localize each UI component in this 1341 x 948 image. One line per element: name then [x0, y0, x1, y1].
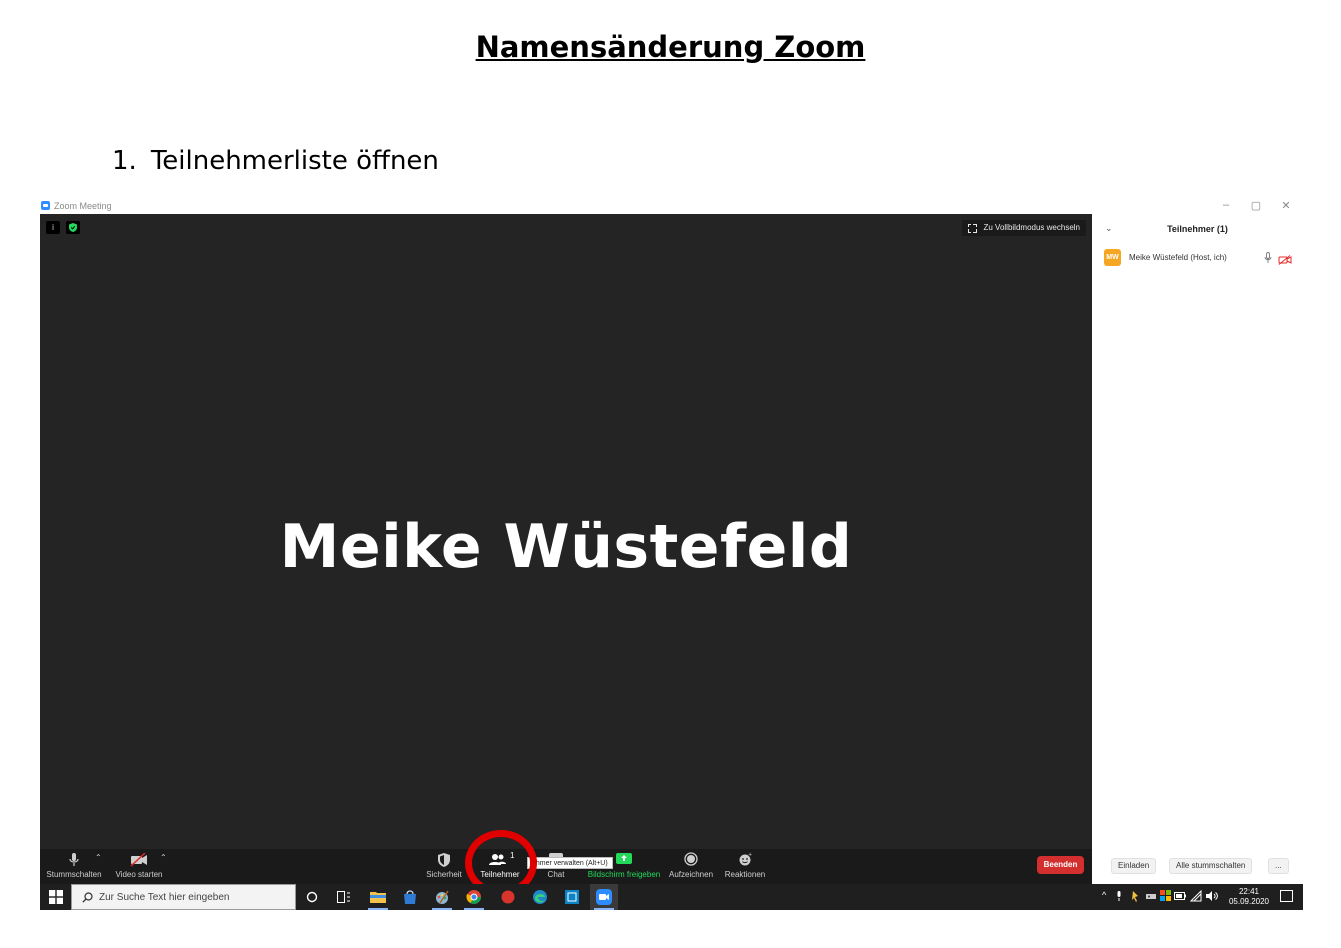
- start-video-label: Video starten: [115, 870, 163, 879]
- document-title: Namensänderung Zoom: [475, 30, 866, 64]
- record-button[interactable]: Aufzeichnen: [668, 849, 714, 884]
- taskbar-clock[interactable]: 22:41 05.09.2020: [1229, 887, 1269, 907]
- participant-microphone-icon[interactable]: [1264, 251, 1272, 269]
- taskbar-search-input[interactable]: Zur Suche Text hier eingeben: [71, 884, 296, 910]
- step-text: Teilnehmerliste öffnen: [150, 146, 439, 176]
- chat-label: Chat: [547, 870, 565, 879]
- app-icon-red[interactable]: [494, 884, 522, 910]
- encryption-shield-icon[interactable]: [66, 221, 80, 234]
- step-number: 1.: [112, 146, 137, 176]
- fullscreen-icon: [966, 223, 977, 233]
- tray-app-icon[interactable]: [1132, 891, 1140, 902]
- zoom-app-icon: [41, 201, 50, 210]
- close-button[interactable]: ✕: [1276, 199, 1296, 212]
- meeting-info-icon[interactable]: i: [46, 221, 60, 234]
- mute-all-button[interactable]: Alle stummschalten: [1169, 858, 1253, 874]
- participant-list-item[interactable]: MW Meike Wüstefeld (Host, ich): [1104, 249, 1294, 267]
- video-area: i Zu Vollbildmodus wechseln Meike Wüstef…: [40, 214, 1092, 849]
- svg-text:+: +: [748, 852, 752, 858]
- share-screen-label: Bildschirm freigeben: [587, 870, 661, 879]
- windows-taskbar: Zur Suche Text hier eingeben ^ 22:41 05.…: [40, 884, 1303, 910]
- microphone-icon: [46, 849, 102, 870]
- participant-name-display: Meike Wüstefeld: [279, 512, 853, 582]
- windows-start-button[interactable]: [40, 884, 70, 910]
- audio-options-chevron-icon[interactable]: ⌃: [95, 853, 102, 862]
- wifi-icon[interactable]: [1190, 890, 1202, 902]
- search-placeholder: Zur Suche Text hier eingeben: [99, 892, 230, 903]
- show-hidden-icons-chevron-icon[interactable]: ^: [1102, 890, 1106, 900]
- video-options-chevron-icon[interactable]: ⌃: [160, 853, 167, 862]
- edge-icon[interactable]: [526, 884, 554, 910]
- invite-button[interactable]: Einladen: [1111, 858, 1157, 874]
- search-icon: [82, 892, 93, 903]
- security-button[interactable]: Sicherheit: [424, 849, 464, 884]
- paint-app-icon[interactable]: [428, 884, 456, 910]
- notification-center-icon[interactable]: [1280, 890, 1293, 902]
- battery-icon[interactable]: [1174, 892, 1186, 900]
- minimize-button[interactable]: –: [1216, 199, 1236, 211]
- tray-update-icon[interactable]: [1160, 890, 1171, 901]
- reactions-smiley-icon: +: [724, 849, 766, 870]
- end-meeting-button[interactable]: Beenden: [1037, 856, 1084, 874]
- participants-panel-title: Teilnehmer (1): [1167, 224, 1228, 234]
- reactions-label: Reaktionen: [724, 870, 766, 879]
- security-label: Sicherheit: [426, 870, 462, 879]
- participants-tooltip: ehmer verwalten (Alt+U): [527, 857, 613, 869]
- cortana-icon[interactable]: [298, 884, 326, 910]
- calculator-app-icon[interactable]: [558, 884, 586, 910]
- reactions-button[interactable]: + Reaktionen: [724, 849, 766, 884]
- clock-date: 05.09.2020: [1228, 897, 1269, 906]
- restore-button[interactable]: ▢: [1246, 199, 1266, 212]
- record-icon: [668, 849, 714, 870]
- participant-video-off-icon[interactable]: [1278, 252, 1292, 270]
- window-titlebar: Zoom Meeting – ▢ ✕: [40, 198, 1303, 214]
- meeting-toolbar: Stummschalten ⌃ Video starten ⌃ Sicherhe…: [40, 849, 1092, 884]
- zoom-window: Zoom Meeting – ▢ ✕ i Zu Vollbildmodus we…: [40, 198, 1303, 910]
- chrome-icon[interactable]: [460, 884, 488, 910]
- zoom-taskbar-icon[interactable]: [590, 884, 618, 910]
- video-off-icon: [114, 849, 164, 870]
- volume-icon[interactable]: [1206, 891, 1218, 901]
- tray-microphone-icon[interactable]: [1116, 891, 1122, 902]
- tray-network-drive-icon[interactable]: [1146, 891, 1156, 901]
- fullscreen-label: Zu Vollbildmodus wechseln: [983, 223, 1081, 232]
- clock-time: 22:41: [1238, 887, 1259, 896]
- window-title: Zoom Meeting: [54, 201, 112, 211]
- more-options-button[interactable]: ...: [1268, 858, 1289, 874]
- system-tray: ^: [1102, 884, 1222, 910]
- store-bag-icon[interactable]: [396, 884, 424, 910]
- record-label: Aufzeichnen: [668, 870, 714, 879]
- participants-panel: ⌄ Teilnehmer (1) MW Meike Wüstefeld (Hos…: [1092, 214, 1303, 884]
- mute-label: Stummschalten: [46, 870, 102, 879]
- task-view-icon[interactable]: [330, 884, 358, 910]
- avatar: MW: [1104, 249, 1121, 266]
- mute-button[interactable]: Stummschalten: [46, 849, 102, 884]
- file-explorer-icon[interactable]: [364, 884, 392, 910]
- security-shield-icon: [424, 849, 464, 870]
- fullscreen-button[interactable]: Zu Vollbildmodus wechseln: [961, 220, 1086, 236]
- participant-name: Meike Wüstefeld (Host, ich): [1129, 253, 1227, 262]
- step-1: 1. Teilnehmerliste öffnen: [112, 146, 439, 176]
- start-video-button[interactable]: Video starten: [114, 849, 164, 884]
